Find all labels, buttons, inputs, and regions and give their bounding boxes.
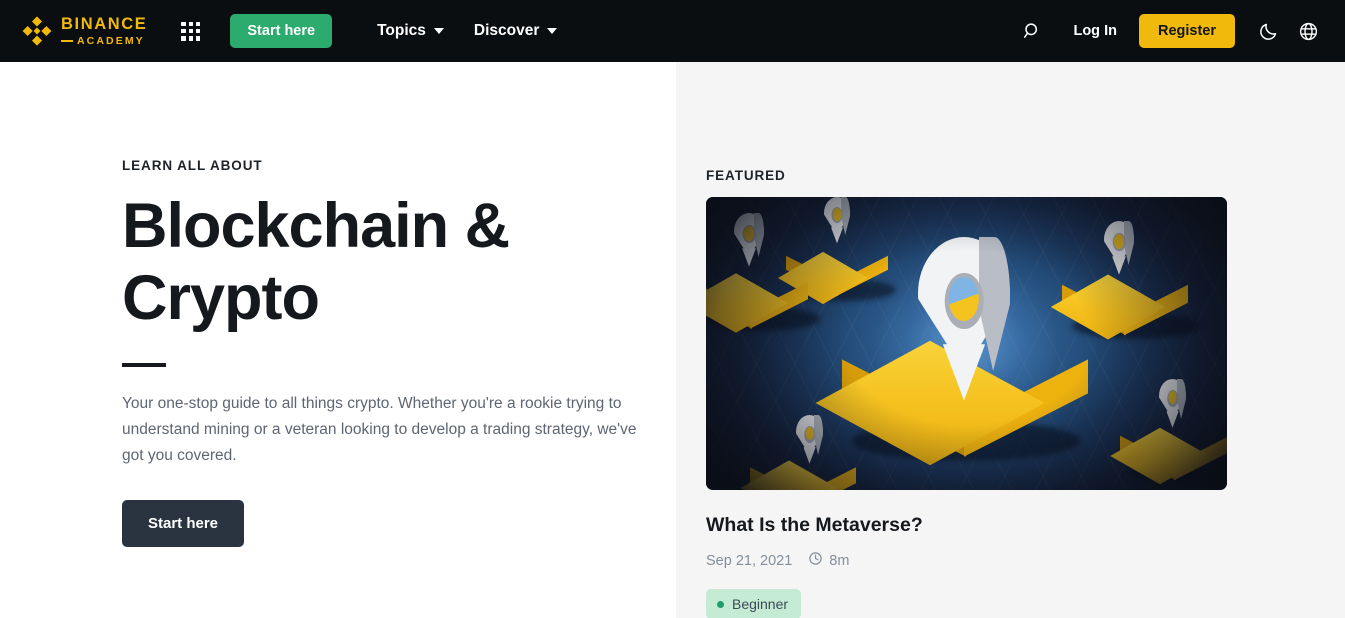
binance-diamond-icon — [22, 16, 52, 46]
apps-grid-icon[interactable] — [181, 21, 201, 41]
chevron-down-icon — [433, 28, 444, 34]
logo-dash — [61, 40, 73, 42]
featured-card-title[interactable]: What Is the Metaverse? — [706, 514, 1345, 537]
image-vignette — [706, 197, 1227, 490]
grid-cell — [188, 21, 194, 26]
logo-name: BINANCE — [61, 15, 148, 33]
grid-cell — [196, 36, 201, 41]
nav-left-group: BINANCE ACADEMY Start here Topics Discov… — [22, 14, 572, 48]
top-navigation-bar: BINANCE ACADEMY Start here Topics Discov… — [0, 0, 1345, 62]
hero-start-here-button[interactable]: Start here — [122, 499, 245, 547]
globe-icon[interactable] — [1291, 14, 1325, 48]
badge-label: Beginner — [732, 596, 789, 612]
binance-academy-logo[interactable]: BINANCE ACADEMY — [22, 16, 147, 46]
moon-icon[interactable] — [1251, 14, 1285, 48]
read-time: 8m — [808, 551, 849, 570]
logo-subname: ACADEMY — [61, 34, 147, 47]
page-body: LEARN ALL ABOUT Blockchain & Crypto Your… — [0, 62, 1345, 618]
chevron-down-icon — [547, 28, 558, 34]
grid-cell — [188, 28, 194, 34]
logo-wordmark: BINANCE ACADEMY — [61, 16, 147, 46]
grid-cell — [181, 36, 186, 41]
clock-icon — [808, 551, 823, 570]
status-badge[interactable]: Beginner — [706, 589, 802, 618]
page-title: Blockchain & Crypto — [122, 191, 510, 333]
publish-date: Sep 21, 2021 — [706, 552, 793, 569]
grid-cell — [181, 21, 186, 26]
search-icon[interactable] — [1015, 14, 1049, 48]
nav-menu: Topics Discover — [362, 14, 572, 48]
nav-item-discover[interactable]: Discover — [459, 14, 572, 48]
grid-cell — [181, 28, 186, 34]
read-time-label: 8m — [829, 552, 850, 569]
logo-subname-text: ACADEMY — [77, 34, 145, 47]
featured-section: FEATURED What Is the Metaverse? Sep 21, … — [676, 62, 1345, 618]
login-link[interactable]: Log In — [1059, 15, 1131, 47]
grid-cell — [196, 21, 201, 26]
hero-description: Your one-stop guide to all things crypto… — [122, 394, 637, 464]
featured-label: FEATURED — [706, 168, 786, 183]
hero-section: LEARN ALL ABOUT Blockchain & Crypto Your… — [0, 62, 676, 618]
nav-item-discover-label: Discover — [473, 22, 540, 39]
nav-item-topics[interactable]: Topics — [362, 14, 459, 48]
title-divider — [122, 362, 166, 367]
nav-right-group: Log In Register — [1015, 14, 1325, 48]
grid-cell — [188, 36, 194, 41]
hero-eyebrow: LEARN ALL ABOUT — [122, 158, 263, 173]
featured-card-meta: Sep 21, 2021 8m — [706, 551, 1345, 570]
featured-card-image[interactable] — [706, 197, 1227, 490]
nav-start-here-button[interactable]: Start here — [230, 14, 333, 48]
nav-item-topics-label: Topics — [377, 22, 426, 39]
grid-cell — [196, 28, 201, 34]
register-button[interactable]: Register — [1138, 14, 1235, 48]
badge-dot-icon — [717, 600, 724, 608]
